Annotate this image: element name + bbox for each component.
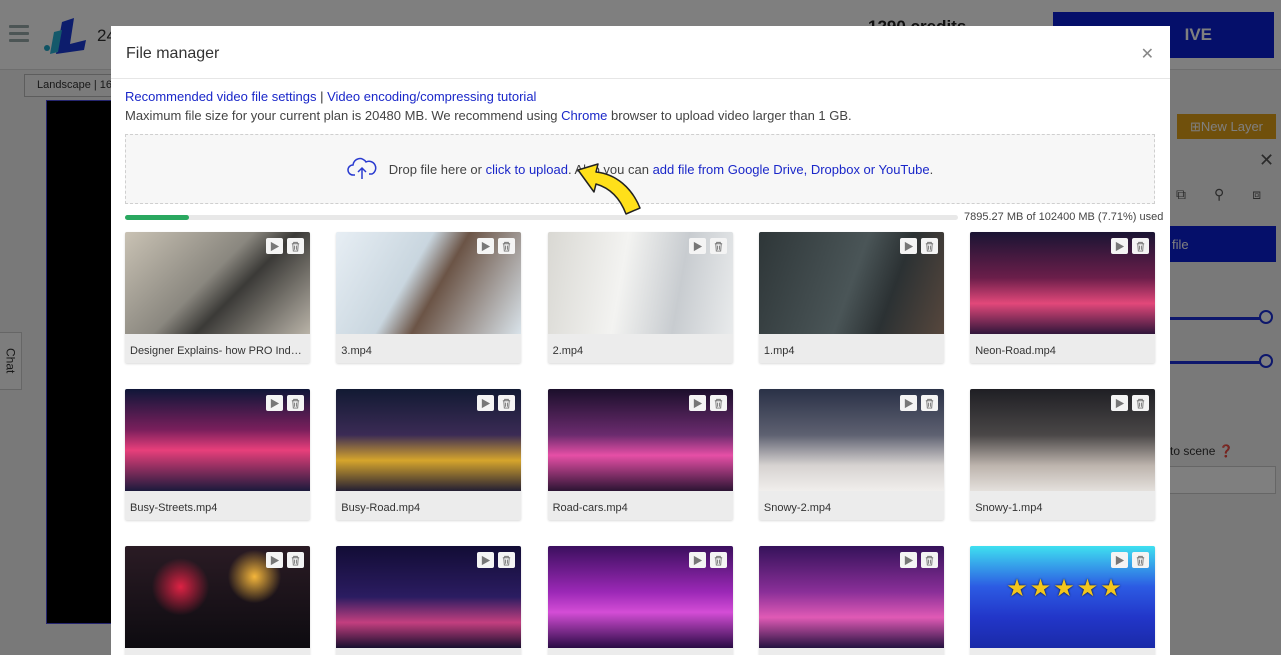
trash-icon[interactable] bbox=[920, 238, 938, 254]
help-links: Recommended video file settings | Video … bbox=[125, 89, 536, 104]
file-name bbox=[970, 648, 1156, 655]
file-name: 2.mp4 bbox=[547, 334, 733, 363]
play-icon[interactable] bbox=[899, 552, 917, 568]
file-name: Road-cars.mp4 bbox=[547, 491, 733, 520]
file-name: Snowy-1.mp4 bbox=[970, 491, 1156, 520]
file-tile[interactable]: Road-cars.mp4 bbox=[547, 389, 733, 520]
file-tile[interactable]: ★★★★★ bbox=[970, 546, 1156, 655]
add-from-cloud-link[interactable]: add file from Google Drive, Dropbox or Y… bbox=[653, 162, 930, 177]
file-tile[interactable]: Snowy-1.mp4 bbox=[970, 389, 1156, 520]
trash-icon[interactable] bbox=[498, 395, 516, 411]
file-tile[interactable] bbox=[547, 546, 733, 655]
file-tile[interactable] bbox=[758, 546, 944, 655]
link-separator: | bbox=[316, 89, 328, 104]
file-tile[interactable]: 2.mp4 bbox=[547, 232, 733, 363]
play-icon[interactable] bbox=[1111, 552, 1129, 568]
file-name: 3.mp4 bbox=[336, 334, 522, 363]
file-name bbox=[336, 648, 522, 655]
trash-icon[interactable] bbox=[709, 552, 727, 568]
trash-icon[interactable] bbox=[920, 552, 938, 568]
click-to-upload-link[interactable]: click to upload bbox=[486, 162, 568, 177]
file-tile[interactable]: 3.mp4 bbox=[336, 232, 522, 363]
stars-icon: ★★★★★ bbox=[1006, 575, 1124, 602]
file-name: Designer Explains- how PRO Industr... bbox=[125, 334, 310, 363]
file-size-limit-text: Maximum file size for your current plan … bbox=[125, 108, 852, 123]
file-tile[interactable]: 1.mp4 bbox=[758, 232, 944, 363]
file-tile[interactable]: Busy-Road.mp4 bbox=[336, 389, 522, 520]
chrome-link[interactable]: Chrome bbox=[561, 108, 607, 123]
play-icon[interactable] bbox=[899, 238, 917, 254]
file-tile[interactable]: Snowy-2.mp4 bbox=[758, 389, 944, 520]
play-icon[interactable] bbox=[688, 395, 706, 411]
file-name: Snowy-2.mp4 bbox=[758, 491, 944, 520]
play-icon[interactable] bbox=[1111, 238, 1129, 254]
modal-header: File manager ✕ bbox=[111, 26, 1170, 79]
storage-usage-text: 7895.27 MB of 102400 MB (7.71%) used bbox=[964, 211, 1164, 223]
pointer-arrow-icon bbox=[577, 163, 641, 215]
trash-icon[interactable] bbox=[1132, 238, 1150, 254]
recommended-settings-link[interactable]: Recommended video file settings bbox=[125, 89, 317, 104]
trash-icon[interactable] bbox=[709, 395, 727, 411]
trash-icon[interactable] bbox=[287, 552, 304, 568]
file-name: Busy-Streets.mp4 bbox=[125, 491, 310, 520]
trash-icon[interactable] bbox=[287, 238, 304, 254]
play-icon[interactable] bbox=[477, 238, 495, 254]
trash-icon[interactable] bbox=[1132, 395, 1150, 411]
play-icon[interactable] bbox=[266, 238, 283, 254]
trash-icon[interactable] bbox=[498, 238, 516, 254]
play-icon[interactable] bbox=[688, 238, 706, 254]
file-name bbox=[125, 648, 310, 655]
trash-icon[interactable] bbox=[287, 395, 304, 411]
file-name bbox=[758, 648, 944, 655]
file-tile[interactable]: Neon-Road.mp4 bbox=[970, 232, 1156, 363]
storage-usage-fill bbox=[125, 215, 190, 220]
play-icon[interactable] bbox=[477, 552, 495, 568]
file-manager-modal: File manager ✕ Recommended video file se… bbox=[111, 26, 1170, 655]
play-icon[interactable] bbox=[899, 395, 917, 411]
play-icon[interactable] bbox=[688, 552, 706, 568]
close-icon[interactable]: ✕ bbox=[1141, 44, 1154, 64]
file-tile[interactable] bbox=[336, 546, 522, 655]
trash-icon[interactable] bbox=[920, 395, 938, 411]
trash-icon[interactable] bbox=[1132, 552, 1150, 568]
trash-icon[interactable] bbox=[709, 238, 727, 254]
file-name: Neon-Road.mp4 bbox=[970, 334, 1156, 363]
trash-icon[interactable] bbox=[498, 552, 516, 568]
play-icon[interactable] bbox=[477, 395, 495, 411]
file-tile[interactable]: Designer Explains- how PRO Industr... bbox=[125, 232, 310, 363]
play-icon[interactable] bbox=[1111, 395, 1129, 411]
file-tile[interactable]: Busy-Streets.mp4 bbox=[125, 389, 310, 520]
file-tile[interactable] bbox=[125, 546, 310, 655]
storage-usage-bar bbox=[125, 215, 958, 220]
cloud-upload-icon bbox=[347, 157, 377, 179]
file-name: 1.mp4 bbox=[758, 334, 944, 363]
file-name bbox=[547, 648, 733, 655]
file-name: Busy-Road.mp4 bbox=[336, 491, 522, 520]
play-icon[interactable] bbox=[266, 552, 283, 568]
encoding-tutorial-link[interactable]: Video encoding/compressing tutorial bbox=[327, 89, 536, 104]
modal-title: File manager bbox=[126, 45, 220, 62]
play-icon[interactable] bbox=[266, 395, 283, 411]
